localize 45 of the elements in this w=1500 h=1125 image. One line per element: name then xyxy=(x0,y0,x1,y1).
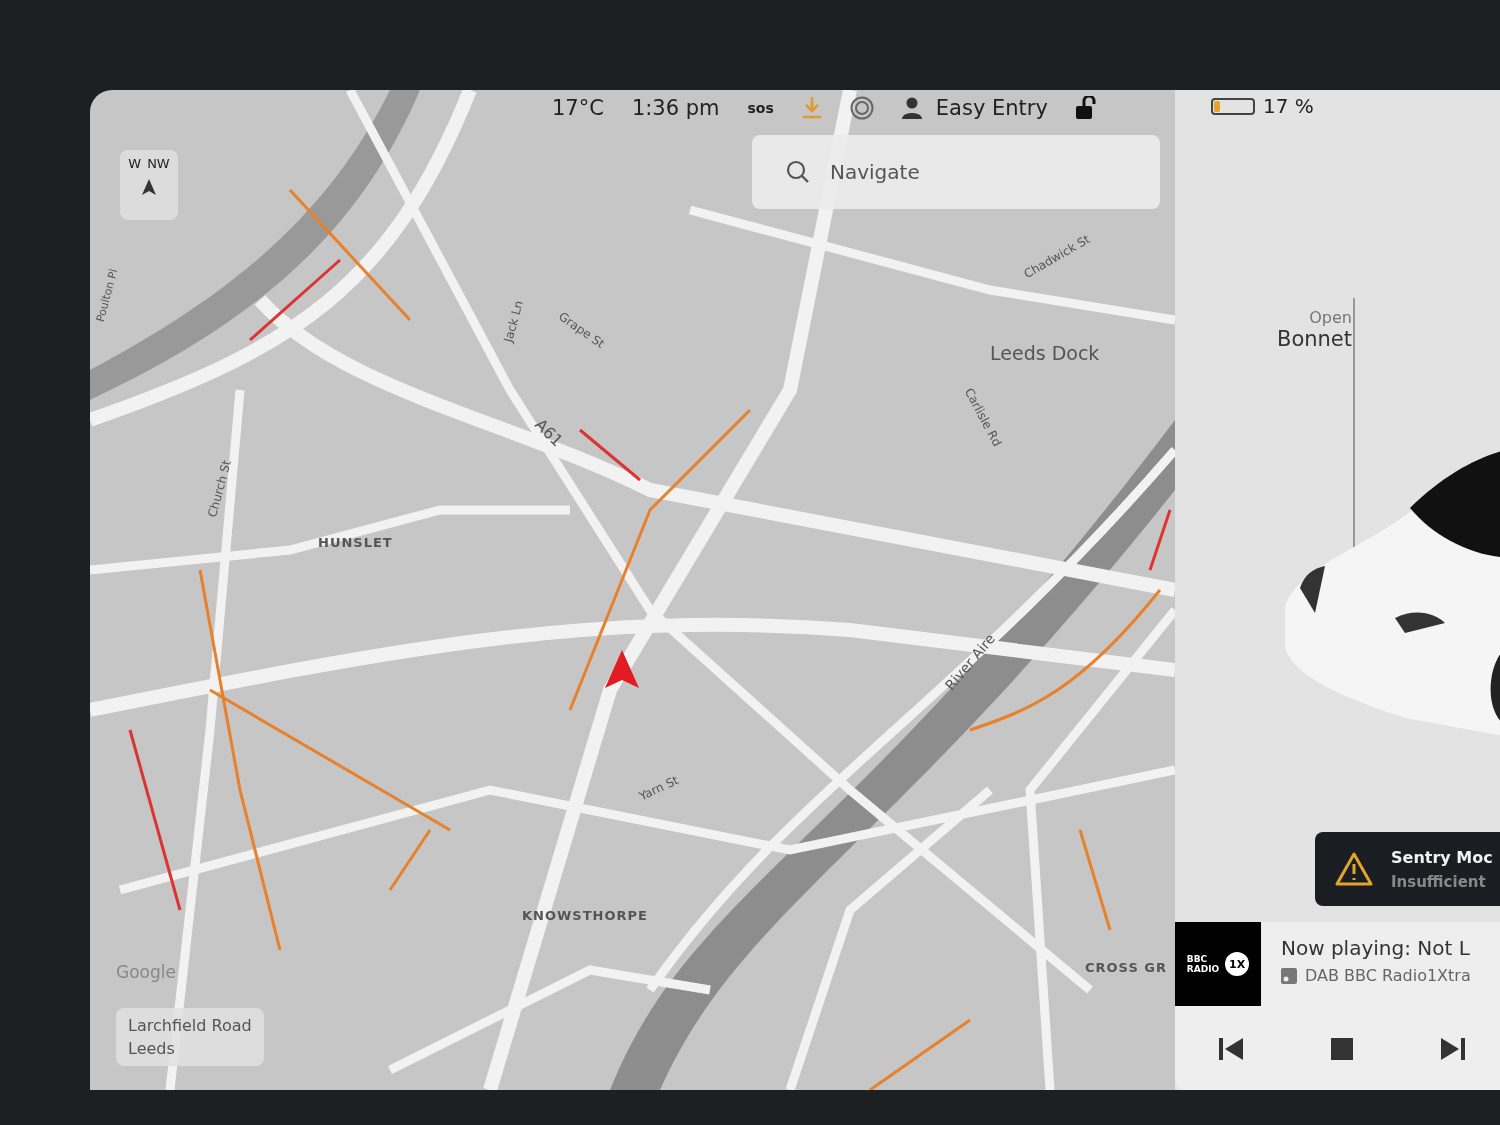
map-label: HUNSLET xyxy=(318,535,393,550)
person-icon[interactable] xyxy=(901,97,922,119)
location-arrow-icon xyxy=(605,650,639,688)
logo-text: RADIO xyxy=(1186,964,1220,974)
stop-icon xyxy=(1331,1038,1353,1060)
next-button[interactable] xyxy=(1441,1038,1465,1060)
clock-time: 1:36 pm xyxy=(631,96,720,120)
navigate-search-field[interactable]: Navigate xyxy=(828,159,1132,185)
map-label: CROSS GR xyxy=(1085,960,1167,975)
open-padlock-icon[interactable] xyxy=(1075,96,1098,120)
previous-button[interactable] xyxy=(1219,1038,1243,1060)
sentry-alert[interactable]: Sentry Moc Insufficient xyxy=(1315,832,1500,906)
compass-direction: W xyxy=(128,156,142,171)
map-label: A61 xyxy=(531,414,567,451)
radio-icon xyxy=(1281,967,1297,984)
location-text: Leeds xyxy=(128,1039,176,1058)
bonnet-label[interactable]: Bonnet xyxy=(1276,327,1352,351)
alert-message: Insufficient xyxy=(1391,872,1487,891)
concentric-circles-icon[interactable] xyxy=(849,96,874,120)
skip-forward-icon xyxy=(1441,1038,1465,1060)
map-label: Poulton Pl xyxy=(93,267,121,324)
search-icon xyxy=(786,160,810,184)
map-label: KNOWSTHORPE xyxy=(522,908,648,923)
battery-percentage: 17 % xyxy=(1263,94,1314,118)
map-label: Leeds Dock xyxy=(990,342,1100,364)
logo-text: BBC xyxy=(1186,954,1209,964)
map-label: Church St xyxy=(205,458,234,519)
navigate-search-bar[interactable]: Navigate xyxy=(752,135,1160,209)
now-playing-title: Now playing: Not L xyxy=(1281,936,1471,960)
temperature: 17°C xyxy=(552,96,604,120)
sos-label[interactable]: sos xyxy=(747,100,774,116)
warning-icon xyxy=(1335,852,1373,886)
map-label: Yarn St xyxy=(637,773,681,804)
map-attribution: Google xyxy=(116,962,176,982)
driver-profile[interactable]: Easy Entry xyxy=(935,96,1048,120)
station-name: DAB BBC Radio1Xtra xyxy=(1305,966,1471,985)
compass-direction: NW xyxy=(147,156,170,171)
location-text: Larchfield Road xyxy=(128,1016,252,1035)
map-label: Jack Ln xyxy=(501,299,526,344)
skip-back-icon xyxy=(1219,1038,1243,1060)
alert-title: Sentry Moc xyxy=(1391,847,1493,867)
logo-badge: 1X xyxy=(1225,952,1250,976)
open-label[interactable]: Open xyxy=(1309,308,1352,327)
compass-button[interactable]: W NW xyxy=(120,150,178,220)
north-arrow-icon xyxy=(142,179,156,195)
